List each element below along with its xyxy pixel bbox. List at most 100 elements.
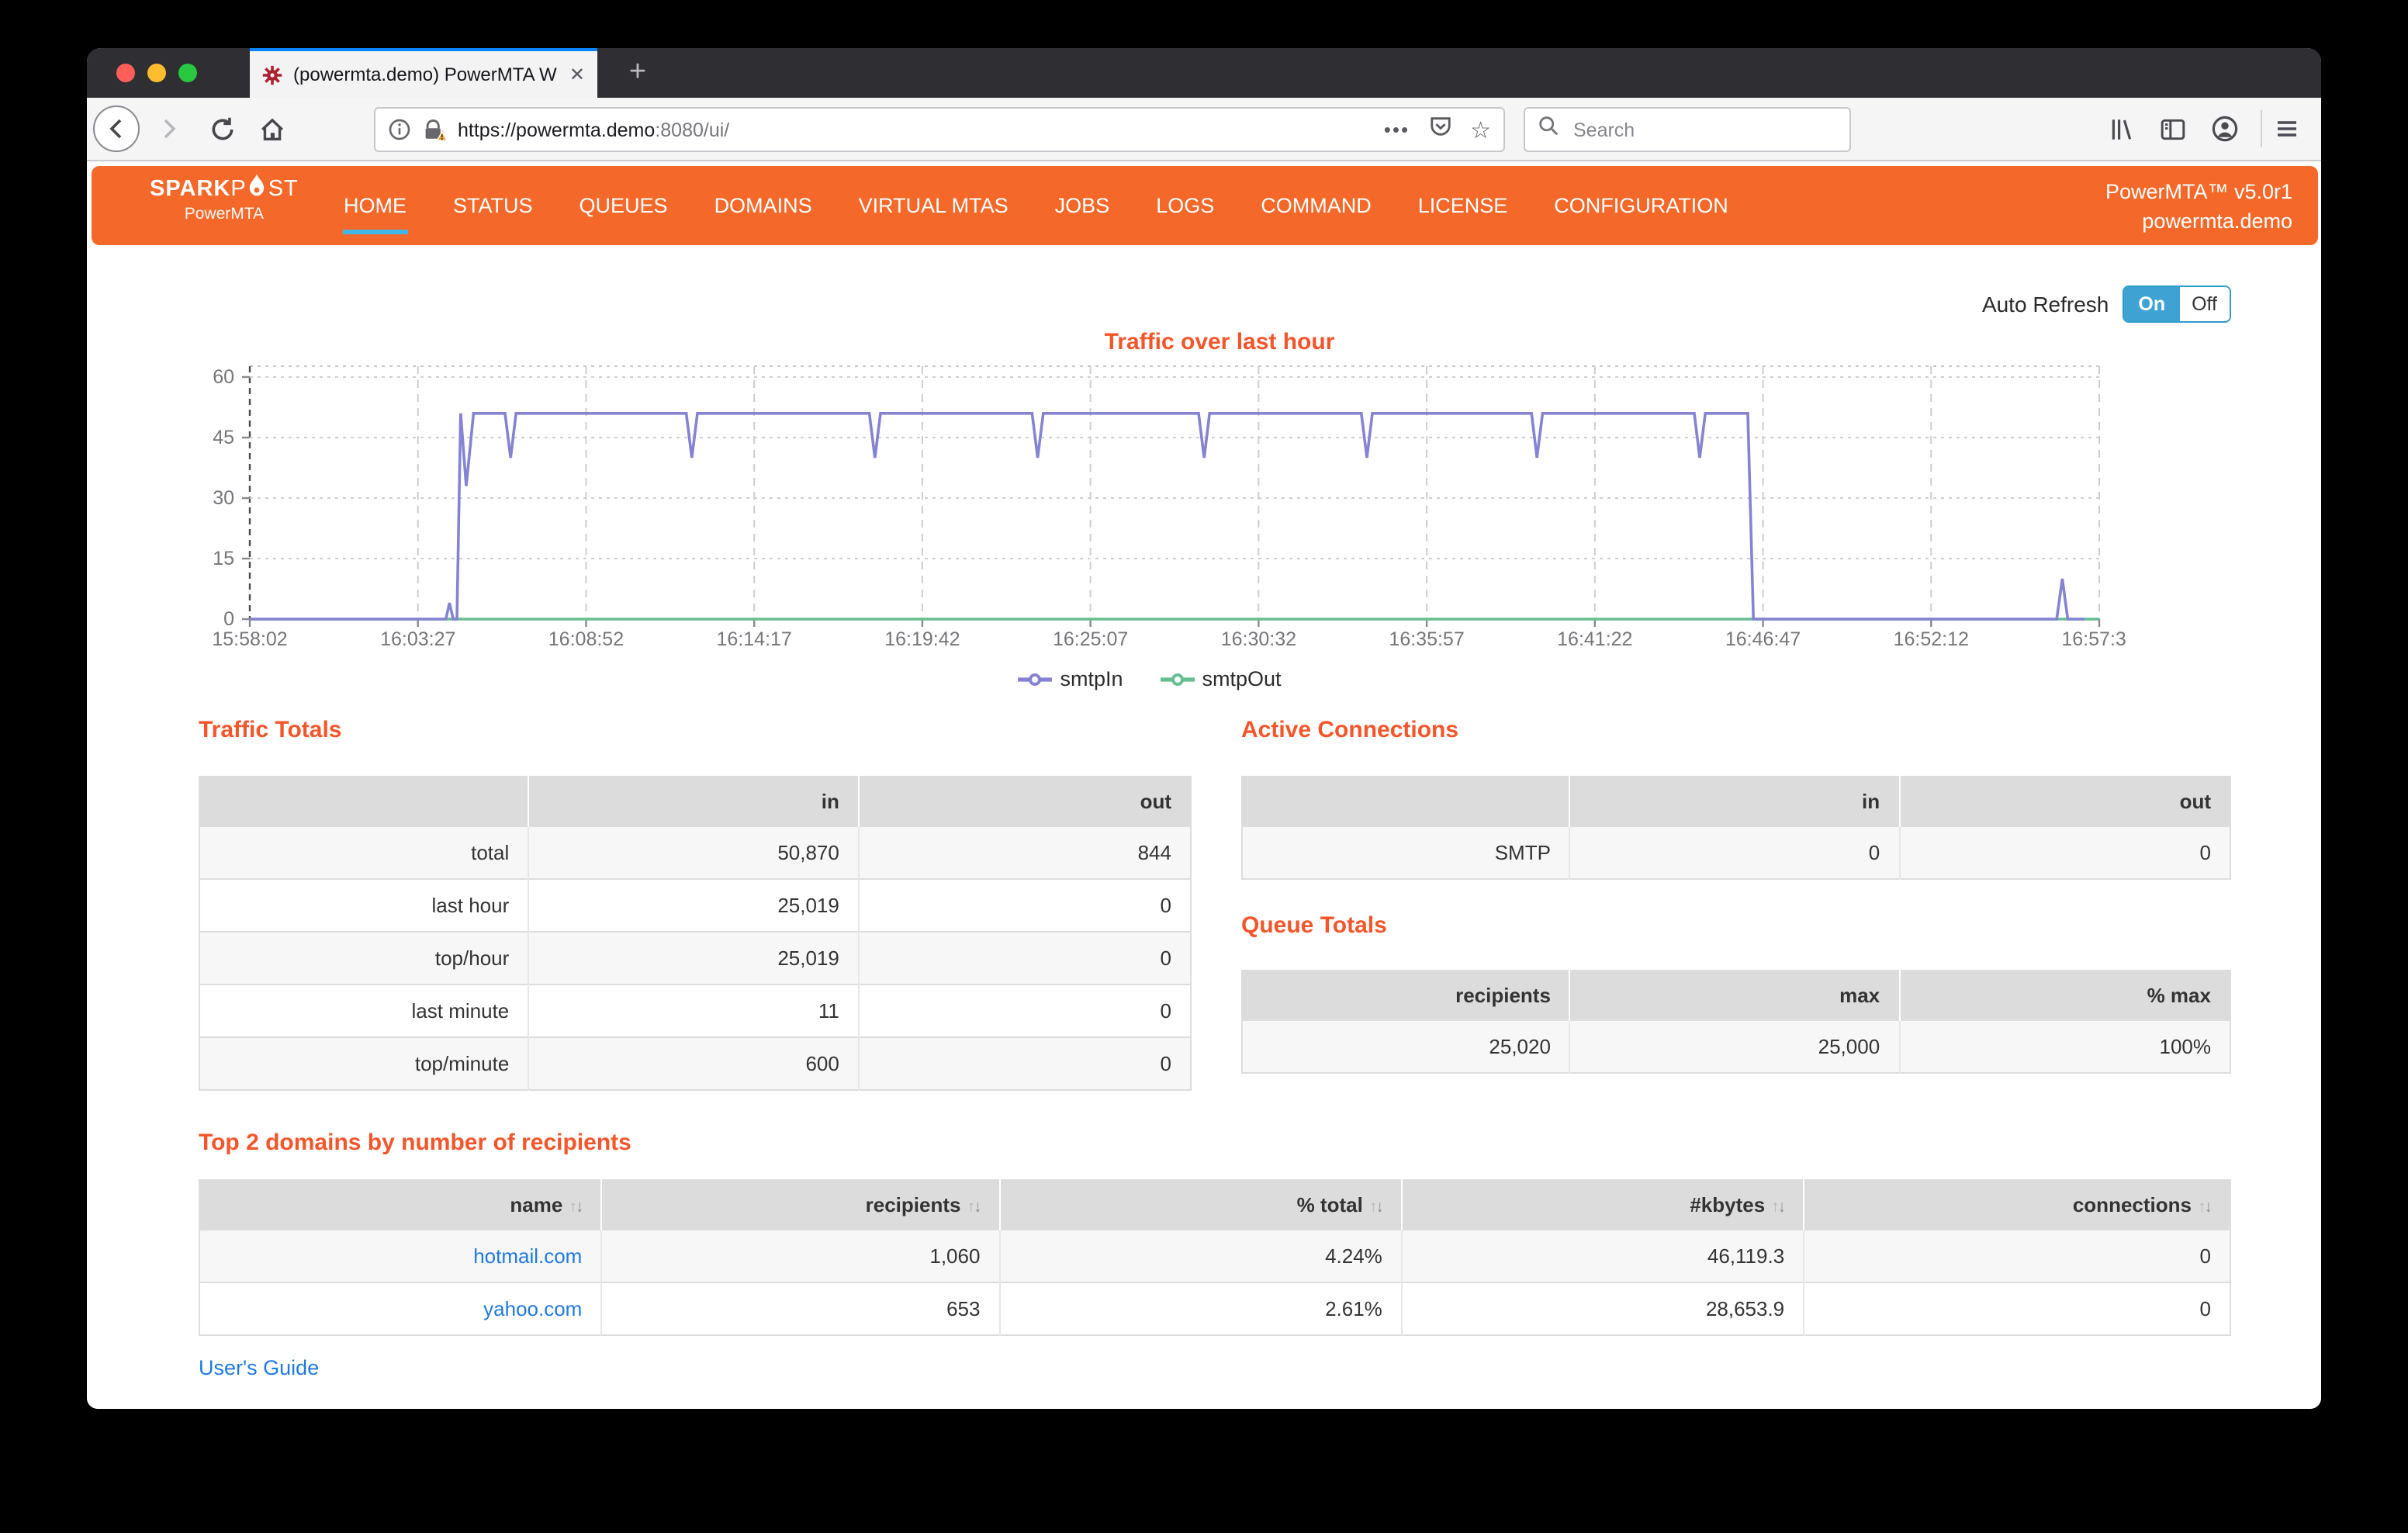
col-recipients[interactable]: recipients ↑↓: [601, 1180, 999, 1230]
nav-item-jobs[interactable]: JOBS: [1032, 165, 1133, 244]
sparkpost-logo: SPARKPST PowerMTA: [150, 176, 299, 223]
bookmark-star-icon[interactable]: ☆: [1470, 116, 1491, 144]
new-tab-button[interactable]: +: [618, 53, 658, 93]
close-window-button[interactable]: [116, 64, 135, 82]
titlebar: (powermta.demo) PowerMTA W ✕ +: [87, 48, 2321, 98]
col-name[interactable]: name ↑↓: [199, 1180, 601, 1230]
legend-smtpin-label: smtpIn: [1060, 667, 1123, 690]
svg-text:30: 30: [213, 487, 234, 509]
cell-out: 844: [859, 826, 1191, 879]
sidebar-toggle-icon[interactable]: [2160, 106, 2186, 152]
auto-refresh-off-button[interactable]: Off: [2179, 287, 2230, 321]
account-icon[interactable]: [2211, 106, 2239, 152]
row-label: top/hour: [199, 932, 528, 985]
search-input[interactable]: [1570, 117, 1837, 142]
page-actions-icon[interactable]: •••: [1384, 118, 1410, 141]
smtpout-marker-icon: [1161, 671, 1195, 687]
table-row: SMTP00: [1242, 826, 2230, 879]
traffic-totals-table: in out total50,870844 last hour25,0190 t…: [199, 776, 1192, 1091]
cell-max: 25,000: [1570, 1020, 1899, 1073]
reload-button[interactable]: [199, 106, 245, 152]
table-header-row: name↑↓ recipients↑↓ % total↑↓ #kbytes↑↓ …: [199, 1180, 2230, 1230]
legend-smtpout[interactable]: smtpOut: [1161, 667, 1282, 690]
cell-pct-total: 4.24%: [999, 1230, 1401, 1282]
table-row: total50,870844: [199, 826, 1191, 879]
sort-icon[interactable]: ↑↓: [569, 1198, 582, 1216]
nav-item-status[interactable]: STATUS: [430, 165, 556, 244]
sort-icon[interactable]: ↑↓: [1369, 1198, 1382, 1216]
cell-out: 0: [859, 879, 1191, 932]
col-connections[interactable]: connections↑↓: [1804, 1180, 2230, 1230]
nav-item-command[interactable]: COMMAND: [1237, 165, 1395, 244]
pocket-icon[interactable]: [1428, 114, 1451, 145]
window-controls: [116, 64, 197, 82]
active-connections-table: in out SMTP00: [1241, 776, 2231, 880]
domain-link-yahoo[interactable]: yahoo.com: [483, 1297, 582, 1320]
users-guide-link[interactable]: User's Guide: [199, 1356, 319, 1379]
powermta-page: SPARKPST PowerMTA HOME STATUS QUEUES DOM…: [87, 161, 2321, 1409]
traffic-chart: 15:58:0216:03:2716:08:5216:14:1716:19:42…: [172, 360, 2127, 658]
search-icon: [1538, 115, 1559, 144]
brand-p: P: [230, 176, 246, 201]
cell-kbytes: 28,653.9: [1402, 1282, 1804, 1335]
sort-icon[interactable]: ↑↓: [1771, 1198, 1784, 1216]
col-pct-total[interactable]: % total↑↓: [999, 1180, 1401, 1230]
svg-text:16:08:52: 16:08:52: [548, 628, 624, 650]
nav-item-virtual-mtas[interactable]: VIRTUAL MTAS: [836, 165, 1032, 244]
col-name-label: name: [510, 1193, 562, 1216]
browser-tab[interactable]: (powermta.demo) PowerMTA W ✕: [250, 48, 597, 98]
table-header-row: in out: [1242, 777, 2230, 826]
col-kbytes-label: #kbytes: [1690, 1193, 1765, 1216]
zoom-window-button[interactable]: [178, 64, 197, 82]
table-header-row: in out: [199, 777, 1191, 826]
chart-title: Traffic over last hour: [242, 329, 2197, 355]
auto-refresh-on-button[interactable]: On: [2124, 287, 2179, 321]
cell-recipients: 1,060: [601, 1230, 999, 1282]
queue-totals-heading: Queue Totals: [1241, 912, 1387, 939]
nav-item-license[interactable]: LICENSE: [1395, 165, 1531, 244]
svg-text:16:30:32: 16:30:32: [1221, 628, 1296, 650]
table-row: top/minute6000: [199, 1037, 1191, 1090]
insecure-lock-icon[interactable]: [422, 118, 447, 141]
auto-refresh-toggle: On Off: [2123, 285, 2231, 323]
row-label: last minute: [199, 985, 528, 1037]
page-info-icon[interactable]: [388, 118, 411, 141]
cell-in: 50,870: [528, 826, 859, 879]
col-kbytes[interactable]: #kbytes ↑↓: [1402, 1180, 1804, 1230]
svg-text:0: 0: [223, 608, 234, 630]
nav-item-home[interactable]: HOME: [320, 165, 430, 244]
minimize-window-button[interactable]: [147, 64, 166, 82]
svg-text:16:19:42: 16:19:42: [884, 628, 960, 650]
cell-in: 600: [528, 1037, 859, 1090]
home-button[interactable]: [248, 106, 295, 152]
flame-icon: [247, 173, 268, 198]
col-recipients-label: recipients: [866, 1193, 961, 1216]
cell-in: 25,019: [528, 879, 859, 932]
nav-item-domains[interactable]: DOMAINS: [691, 165, 836, 244]
row-label: total: [199, 826, 528, 879]
back-button[interactable]: [93, 106, 140, 152]
svg-text:15: 15: [213, 548, 234, 569]
brand-st: ST: [268, 176, 299, 201]
table-row: yahoo.com 653 2.61% 28,653.9 0: [199, 1282, 2230, 1335]
table-row: last minute110: [199, 985, 1191, 1037]
row-label: SMTP: [1242, 826, 1570, 879]
url-bar[interactable]: https://powermta.demo:8080/ui/ ••• ☆: [374, 107, 1505, 152]
search-bar[interactable]: [1524, 107, 1851, 152]
url-path: :8080/ui/: [655, 119, 729, 140]
forward-button[interactable]: [146, 106, 192, 152]
table-row: 25,02025,000100%: [1242, 1020, 2230, 1073]
tab-close-icon[interactable]: ✕: [569, 64, 585, 85]
nav-item-queues[interactable]: QUEUES: [556, 165, 691, 244]
legend-smtpin[interactable]: smtpIn: [1018, 667, 1123, 690]
sort-icon[interactable]: ↑↓: [2198, 1198, 2211, 1216]
sort-icon[interactable]: ↑↓: [967, 1198, 980, 1216]
domain-link-hotmail[interactable]: hotmail.com: [473, 1244, 582, 1268]
library-icon[interactable]: [2109, 106, 2135, 152]
col-in: in: [528, 777, 859, 826]
nav-item-logs[interactable]: LOGS: [1133, 165, 1237, 244]
menu-icon[interactable]: [2275, 106, 2299, 152]
col-blank: [199, 777, 528, 826]
nav-item-configuration[interactable]: CONFIGURATION: [1531, 165, 1752, 244]
cell-connections: 0: [1804, 1230, 2230, 1282]
